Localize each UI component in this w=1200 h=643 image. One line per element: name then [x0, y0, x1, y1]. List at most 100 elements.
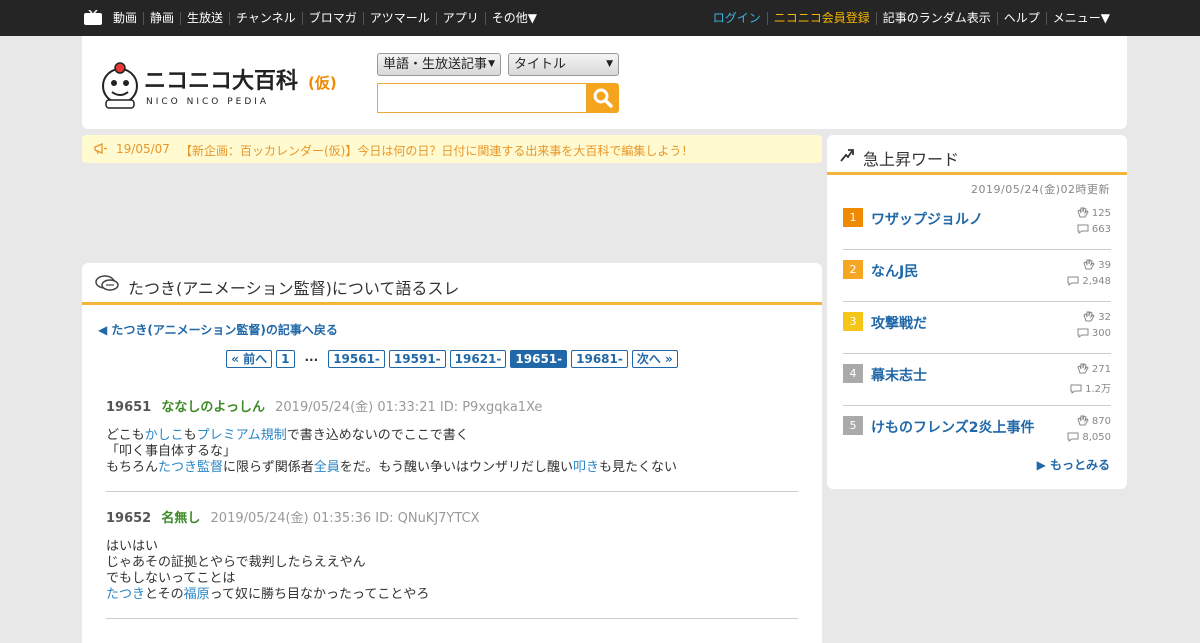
response-text: 「叩く事自体するな」 — [106, 444, 237, 459]
trend-item[interactable]: 4 幕末志士 271 1.2万 — [843, 354, 1111, 406]
response-line: じゃあその証拠とやらで裁判したらええやん — [106, 555, 798, 571]
response-text: どこも — [106, 428, 145, 443]
comment-count: 300 — [1077, 328, 1111, 339]
response-text: はいはい — [106, 539, 159, 554]
trend-word-link[interactable]: なんJ民 — [871, 261, 918, 281]
trend-word-link[interactable]: 攻撃戦だ — [871, 313, 927, 333]
pager-prev[interactable]: « 前へ — [226, 350, 273, 368]
nav-video[interactable]: 動画 — [107, 11, 143, 25]
hands-count-value: 125 — [1091, 208, 1111, 219]
comment-count: 663 — [1077, 224, 1111, 235]
niconico-tv-icon[interactable] — [84, 10, 102, 25]
response-info: 2019/05/24(金) 01:33:21 ID: P9xgqka1Xe — [275, 400, 543, 415]
keyword-link[interactable]: 福原 — [184, 587, 210, 602]
nav-app[interactable]: アプリ — [435, 11, 485, 25]
search-button[interactable] — [587, 83, 619, 113]
pager-current-page[interactable]: 19651- — [510, 350, 568, 368]
category-select-value: 単語・生放送記事 — [383, 57, 488, 72]
global-nav-bar: 動画 静画 生放送 チャンネル ブロマガ アツマール アプリ その他▼ ログイン… — [0, 0, 1200, 36]
trend-item[interactable]: 5 けものフレンズ2炎上事件 870 8,050 — [843, 406, 1111, 458]
keyword-link[interactable]: たつき監督 — [158, 460, 223, 475]
trend-word-link[interactable]: けものフレンズ2炎上事件 — [871, 417, 1034, 437]
bbs-thread-panel: たつき(アニメーション監督)について語るスレ ◀ たつき(アニメーション監督)の… — [82, 263, 822, 643]
pager-page[interactable]: 19681- — [571, 350, 628, 368]
comment-count: 2,948 — [1067, 276, 1111, 287]
response-text: で書き込めないのでここで書く — [286, 428, 469, 443]
nav-atsumaru[interactable]: アツマール — [362, 11, 436, 25]
nav-seiga[interactable]: 静画 — [143, 11, 180, 25]
trend-word-link[interactable]: ワザップジョルノ — [871, 209, 983, 229]
user-nav: ログイン ニコニコ会員登録 記事のランダム表示 ヘルプ メニュー▼ — [707, 0, 1116, 36]
login-link[interactable]: ログイン — [707, 11, 767, 25]
pager-page[interactable]: 19561- — [328, 350, 385, 368]
comment-icon — [1077, 224, 1089, 234]
trending-arrow-icon — [840, 149, 854, 162]
nicopedia-logo[interactable]: ニコニコ大百科 (仮) NICO NICO PEDIA — [98, 56, 348, 112]
speech-bubble-icon — [95, 275, 119, 291]
response-author: ななしのよっしん — [161, 400, 265, 415]
announcement-date: 19/05/07 — [116, 142, 170, 156]
keyword-link[interactable]: プレミアム規制 — [197, 428, 287, 443]
trend-item[interactable]: 1 ワザップジョルノ 125 663 — [843, 198, 1111, 250]
trend-word-link[interactable]: 幕末志士 — [871, 365, 927, 385]
trend-item[interactable]: 3 攻撃戦だ 32 300 — [843, 302, 1111, 354]
search-field-select[interactable]: タイトル ▼ — [508, 53, 619, 76]
keyword-link[interactable]: たつき — [106, 587, 145, 602]
trend-item[interactable]: 2 なんJ民 39 2,948 — [843, 250, 1111, 302]
hands-count: 32 — [1083, 311, 1111, 323]
keyword-link[interactable]: 全員 — [314, 460, 340, 475]
response-number[interactable]: 19651 — [106, 400, 151, 415]
response-body: はいはい じゃあその証拠とやらで裁判したらええやん でもしないってことは たつきとその… — [106, 539, 798, 603]
megaphone-icon — [94, 143, 107, 155]
response-text: をだ。もう醜い争いはウンザリだし醜い — [339, 460, 574, 475]
hands-count: 271 — [1077, 363, 1111, 375]
comment-count-value: 8,050 — [1082, 432, 1111, 443]
random-article-link[interactable]: 記事のランダム表示 — [875, 11, 997, 25]
response-meta: 19652 名無し 2019/05/24(金) 01:35:36 ID: QNu… — [106, 507, 798, 526]
nav-other[interactable]: その他▼ — [484, 11, 543, 25]
response-divider — [106, 491, 798, 492]
comment-count-value: 1.2万 — [1085, 384, 1111, 395]
category-select[interactable]: 単語・生放送記事 ▼ — [377, 53, 501, 76]
search-input[interactable] — [377, 83, 587, 113]
help-link[interactable]: ヘルプ — [996, 11, 1046, 25]
announcement-link[interactable]: 【新企画：百ッカレンダー(仮)】今日は何の日？日付に関連する出来事を大百科で編集… — [180, 142, 693, 159]
service-nav: 動画 静画 生放送 チャンネル ブロマガ アツマール アプリ その他▼ — [107, 0, 543, 36]
svg-text:(仮): (仮) — [308, 74, 337, 92]
trend-title: 急上昇ワード — [863, 150, 960, 169]
announcement-banner: 19/05/07 【新企画：百ッカレンダー(仮)】今日は何の日？日付に関連する出… — [82, 135, 822, 163]
comment-count-value: 663 — [1091, 224, 1111, 235]
hands-count: 39 — [1083, 259, 1111, 271]
response-line: 「叩く事自体するな」 — [106, 444, 798, 460]
comment-count-value: 300 — [1091, 328, 1111, 339]
pager-next[interactable]: 次へ » — [631, 350, 678, 368]
response-meta: 19651 ななしのよっしん 2019/05/24(金) 01:33:21 ID… — [106, 396, 798, 415]
pagination: « 前へ 1 ... 19561- 19591- 19621- 19651- 1… — [82, 350, 822, 368]
rank-badge: 1 — [843, 208, 863, 227]
search-field-select-value: タイトル — [514, 57, 567, 72]
response-number[interactable]: 19652 — [106, 511, 151, 526]
menu-dropdown[interactable]: メニュー▼ — [1045, 11, 1116, 25]
response-author: 名無し — [161, 511, 201, 526]
more-trends-link[interactable]: もっとみる — [1037, 456, 1110, 473]
comment-icon — [1077, 328, 1089, 338]
pager-first[interactable]: 1 — [276, 350, 295, 368]
back-to-article-link[interactable]: ◀ たつき(アニメーション監督)の記事へ戻る — [98, 321, 338, 338]
clap-icon — [1077, 207, 1089, 218]
response-text: に限らず関係者 — [223, 460, 314, 475]
keyword-link[interactable]: 叩き — [573, 460, 599, 475]
nav-channel[interactable]: チャンネル — [229, 11, 302, 25]
keyword-link[interactable]: かしこ — [145, 428, 184, 443]
register-link[interactable]: ニコニコ会員登録 — [766, 11, 876, 25]
response-text: もちろん — [106, 460, 159, 475]
pager-page[interactable]: 19621- — [449, 350, 507, 368]
response-post: 19652 名無し 2019/05/24(金) 01:35:36 ID: QNu… — [106, 507, 798, 619]
pager-page[interactable]: 19591- — [388, 350, 446, 368]
nav-blomaga[interactable]: ブロマガ — [301, 11, 363, 25]
response-text: でもしないってことは — [106, 571, 236, 586]
clap-icon — [1083, 259, 1095, 270]
nav-live[interactable]: 生放送 — [180, 11, 229, 25]
clap-icon — [1083, 311, 1095, 322]
hands-count: 870 — [1077, 415, 1111, 427]
thread-header: たつき(アニメーション監督)について語るスレ — [82, 263, 822, 305]
